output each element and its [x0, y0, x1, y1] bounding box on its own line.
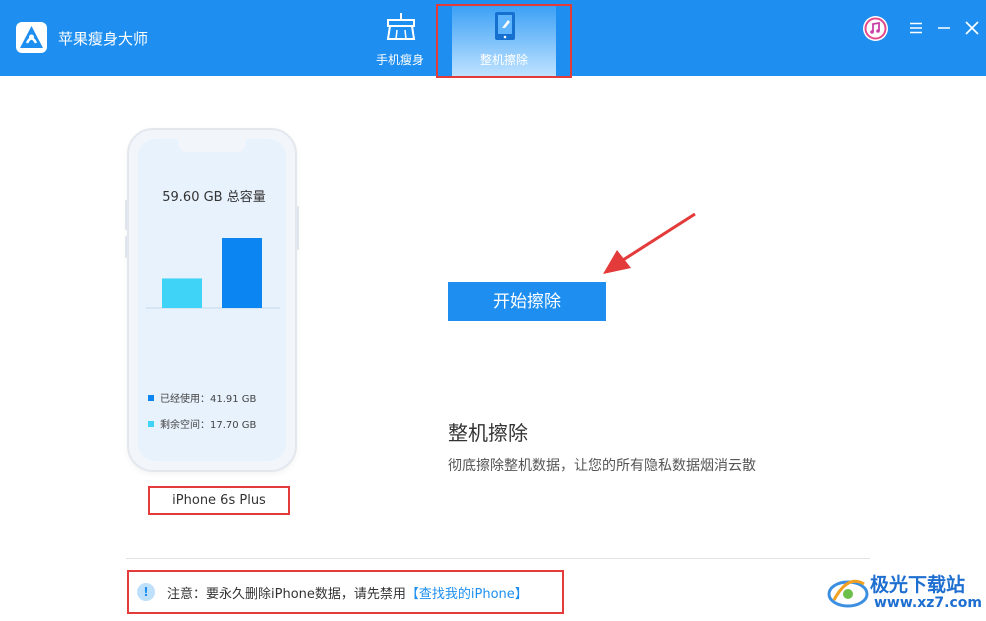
legend-used-swatch: [148, 394, 154, 401]
close-icon[interactable]: [960, 16, 984, 40]
section-title: 整机擦除: [448, 421, 528, 445]
menu-icon[interactable]: [904, 16, 928, 40]
legend-used: 已经使用：41.91 GB: [148, 390, 256, 405]
section-description: 彻底擦除整机数据，让您的所有隐私数据烟消云散: [448, 458, 756, 474]
device-model: iPhone 6s Plus: [148, 486, 290, 515]
divider: [126, 558, 870, 559]
app-logo-icon: [16, 22, 47, 53]
used-space-bar: [222, 238, 262, 308]
tab-highlight-box: [436, 4, 572, 78]
notice-bar: ! 注意：要永久删除iPhone数据，请先禁用 【查找我的iPhone】: [127, 570, 564, 614]
phone-notch: [178, 139, 246, 152]
app-title: 苹果瘦身大师: [58, 30, 149, 48]
legend-free: 剩余空间：17.70 GB: [148, 416, 256, 431]
total-capacity: 59.60 GB 总容量: [162, 190, 266, 205]
find-my-iphone-link[interactable]: 【查找我的iPhone】: [406, 583, 528, 602]
notice-text: 注意：要永久删除iPhone数据，请先禁用: [167, 586, 406, 602]
watermark-logo-icon: [827, 579, 869, 608]
minimize-icon[interactable]: [932, 16, 956, 40]
itunes-icon[interactable]: [863, 16, 888, 41]
free-space-bar: [162, 278, 202, 308]
watermark-title: 极光下载站: [870, 574, 966, 596]
legend-free-swatch: [148, 420, 154, 427]
broom-icon: [386, 13, 416, 40]
pointer-arrow: [603, 212, 696, 274]
info-icon: !: [137, 583, 155, 601]
legend-free-label: 剩余空间：17.70 GB: [160, 420, 257, 431]
start-erase-button[interactable]: 开始擦除: [448, 282, 606, 321]
watermark: 极光下载站 www.xz7.com: [826, 568, 982, 616]
watermark-url: www.xz7.com: [874, 595, 982, 611]
storage-chart: [146, 238, 280, 309]
legend-used-label: 已经使用：41.91 GB: [160, 394, 257, 405]
